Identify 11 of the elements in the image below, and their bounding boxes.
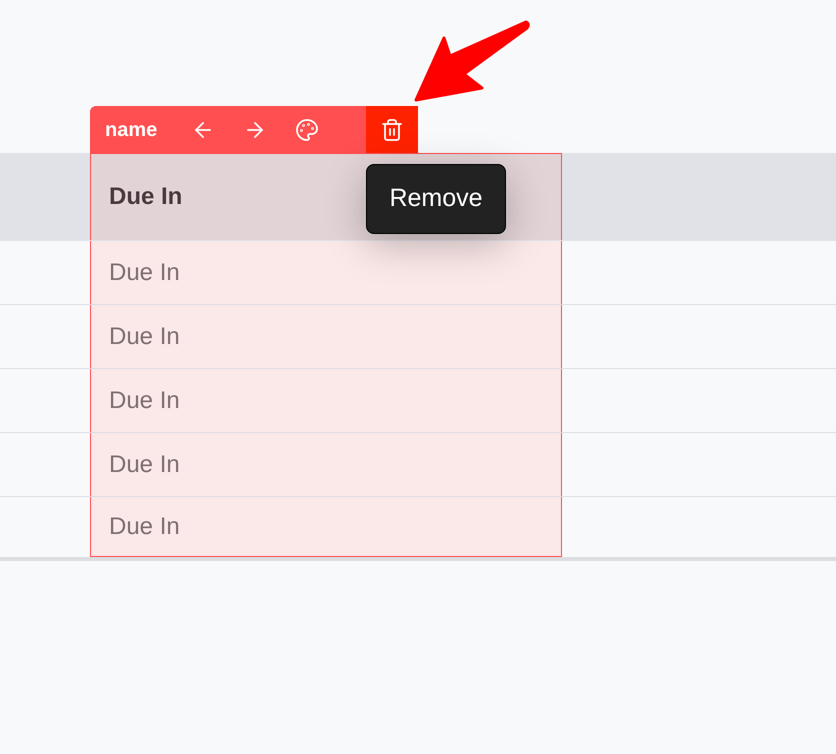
trash-icon: [380, 118, 404, 142]
table-cell: Due In: [90, 497, 562, 557]
palette-icon: [295, 118, 320, 142]
tooltip: Remove: [366, 164, 506, 234]
pointer-arrow-icon: [414, 18, 532, 104]
column-name: name: [104, 118, 158, 142]
table-cell: Due In: [90, 369, 562, 432]
table-cell: Due In: [90, 241, 562, 304]
delete-button[interactable]: [366, 106, 418, 153]
table-cell: Due In: [90, 305, 562, 368]
table-cell: Due In: [90, 433, 562, 496]
